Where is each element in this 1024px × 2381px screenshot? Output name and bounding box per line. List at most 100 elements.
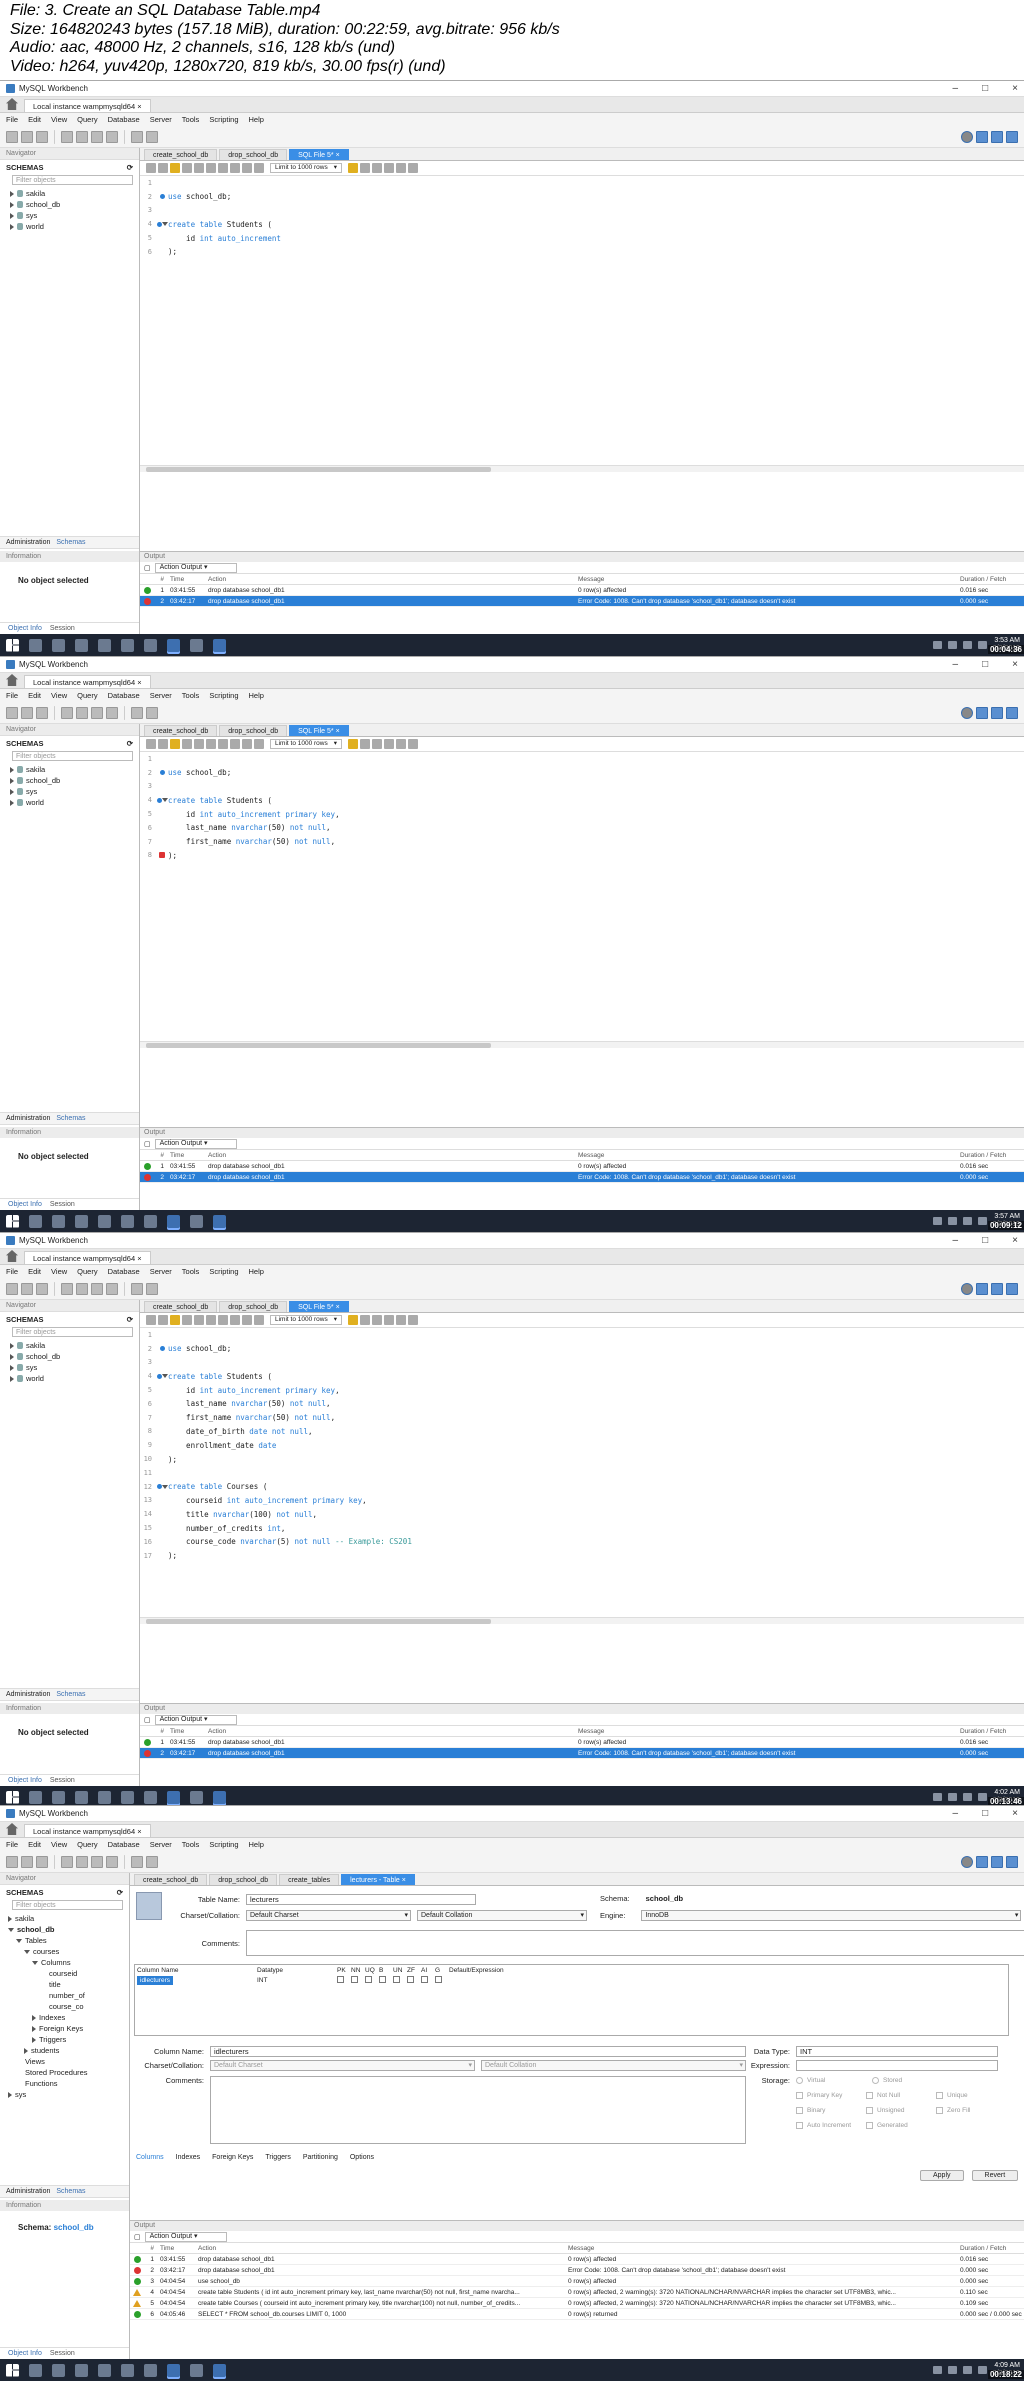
- tray-icon[interactable]: [932, 1217, 942, 1225]
- tray-icon[interactable]: [932, 1793, 942, 1801]
- taskbar-app-icon[interactable]: [167, 1214, 180, 1228]
- tree-item[interactable]: number_of: [0, 1990, 129, 2001]
- tree-item[interactable]: Views: [0, 2056, 129, 2067]
- gear-icon[interactable]: [961, 1282, 973, 1295]
- file-tab[interactable]: SQL File 5* ×: [289, 725, 349, 736]
- menu-edit[interactable]: Edit: [28, 1840, 41, 1849]
- panel-toggle-icon[interactable]: [1006, 1282, 1018, 1295]
- sql-toolbar-icon[interactable]: [360, 739, 371, 749]
- menu-view[interactable]: View: [51, 1840, 67, 1849]
- output-row[interactable]: 2 03:42:17 drop database school_db1 Erro…: [130, 2265, 1024, 2276]
- code-line[interactable]: 17 );: [140, 1549, 1024, 1563]
- schema-item[interactable]: world: [0, 797, 139, 808]
- sql-toolbar-icon[interactable]: [230, 163, 240, 173]
- fold-icon[interactable]: [161, 1374, 168, 1379]
- sql-toolbar-icon[interactable]: [230, 739, 240, 749]
- schema-item[interactable]: school_db: [0, 1351, 139, 1362]
- output-row[interactable]: 1 03:41:55 drop database school_db1 0 ro…: [140, 1161, 1024, 1172]
- taskbar-app-icon[interactable]: [144, 1214, 157, 1228]
- toolbar-button-icon[interactable]: [131, 706, 143, 719]
- code-line[interactable]: 7 first_name nvarchar(50) not null,: [140, 835, 1024, 849]
- filter-objects-input[interactable]: Filter objects: [12, 1900, 123, 1910]
- menu-database[interactable]: Database: [108, 115, 140, 124]
- engine-select[interactable]: InnoDB: [641, 1910, 1022, 1921]
- refresh-icon[interactable]: ⟳: [127, 739, 133, 748]
- tab-administration[interactable]: Administration: [6, 539, 50, 546]
- code-line[interactable]: 6 last_name nvarchar(50) not null,: [140, 821, 1024, 835]
- file-tab[interactable]: create_tables: [279, 1874, 340, 1885]
- minimize-icon[interactable]: –: [953, 1235, 959, 1246]
- panel-toggle-icon[interactable]: [991, 130, 1003, 143]
- code-line[interactable]: 2 use school_db;: [140, 1342, 1024, 1356]
- home-icon[interactable]: [6, 1250, 18, 1262]
- output-type-select[interactable]: Action Output ▾: [144, 2231, 227, 2242]
- storage-virtual-radio[interactable]: Virtual: [796, 2077, 866, 2084]
- tab-object-info[interactable]: Object Info: [8, 1201, 42, 1208]
- windows-start-icon[interactable]: [6, 1214, 19, 1228]
- tree-item[interactable]: Functions: [0, 2078, 129, 2089]
- output-row[interactable]: 2 03:42:17 drop database school_db1 Erro…: [140, 596, 1024, 607]
- column-flag-checkbox[interactable]: [379, 1976, 386, 1983]
- sql-toolbar-icon[interactable]: [396, 163, 407, 173]
- code-line[interactable]: 5 id int auto_increment primary key,: [140, 807, 1024, 821]
- taskbar-app-icon[interactable]: [167, 2363, 180, 2377]
- home-icon[interactable]: [6, 98, 18, 110]
- toolbar-button-icon[interactable]: [91, 130, 103, 143]
- fold-icon[interactable]: [161, 798, 168, 803]
- volume-icon[interactable]: [962, 1217, 972, 1225]
- tab-schemas[interactable]: Schemas: [56, 1691, 85, 1698]
- file-tab[interactable]: drop_school_db: [219, 149, 288, 160]
- filter-objects-input[interactable]: Filter objects: [12, 1327, 133, 1337]
- column-flag-option[interactable]: Zero Fill: [936, 2107, 1006, 2114]
- toolbar-button-icon[interactable]: [61, 1855, 73, 1868]
- expand-icon[interactable]: [10, 777, 14, 784]
- toolbar-button-icon[interactable]: [36, 130, 48, 143]
- refresh-icon[interactable]: ⟳: [117, 1888, 123, 1897]
- menu-view[interactable]: View: [51, 115, 67, 124]
- sql-toolbar-icon[interactable]: [182, 163, 192, 173]
- tab-object-info[interactable]: Object Info: [8, 1777, 42, 1784]
- horizontal-scrollbar[interactable]: [140, 1617, 1024, 1624]
- sql-toolbar-icon[interactable]: [194, 1315, 204, 1325]
- taskbar-app-icon[interactable]: [75, 638, 88, 652]
- tab-partitioning[interactable]: Partitioning: [303, 2154, 338, 2161]
- code-line[interactable]: 7 first_name nvarchar(50) not null,: [140, 1411, 1024, 1425]
- taskbar-app-icon[interactable]: [29, 1214, 42, 1228]
- column-flag-checkbox[interactable]: [421, 1976, 428, 1983]
- panel-toggle-icon[interactable]: [976, 1855, 988, 1868]
- expand-icon[interactable]: [10, 799, 14, 806]
- expand-icon[interactable]: [32, 2036, 36, 2043]
- menu-file[interactable]: File: [6, 1840, 18, 1849]
- taskbar-app-icon[interactable]: [98, 2363, 111, 2377]
- expand-icon[interactable]: [16, 1938, 22, 1943]
- taskbar-app-icon[interactable]: [190, 638, 203, 652]
- gear-icon[interactable]: [961, 1855, 973, 1868]
- expand-icon[interactable]: [10, 1353, 14, 1360]
- menu-help[interactable]: Help: [249, 691, 264, 700]
- toolbar-button-icon[interactable]: [146, 1282, 158, 1295]
- panel-toggle-icon[interactable]: [976, 706, 988, 719]
- menu-file[interactable]: File: [6, 115, 18, 124]
- schema-item[interactable]: school_db: [0, 199, 139, 210]
- network-icon[interactable]: [977, 1793, 987, 1801]
- sql-toolbar-icon[interactable]: [182, 739, 192, 749]
- expand-icon[interactable]: [10, 223, 14, 230]
- minimize-icon[interactable]: –: [953, 83, 959, 94]
- tab-session[interactable]: Session: [50, 625, 75, 632]
- toolbar-button-icon[interactable]: [36, 1282, 48, 1295]
- toolbar-button-icon[interactable]: [146, 1855, 158, 1868]
- home-icon[interactable]: [6, 674, 18, 686]
- output-row[interactable]: 1 03:41:55 drop database school_db1 0 ro…: [140, 1737, 1024, 1748]
- schema-item[interactable]: world: [0, 1373, 139, 1384]
- windows-start-icon[interactable]: [6, 1790, 19, 1804]
- toolbar-button-icon[interactable]: [106, 130, 118, 143]
- storage-stored-radio[interactable]: Stored: [872, 2077, 942, 2084]
- schema-item[interactable]: sys: [0, 210, 139, 221]
- tree-item[interactable]: title: [0, 1979, 129, 1990]
- tree-item[interactable]: Triggers: [0, 2034, 129, 2045]
- sql-toolbar-icon[interactable]: [408, 739, 419, 749]
- tree-item[interactable]: students: [0, 2045, 129, 2056]
- taskbar-app-icon[interactable]: [52, 638, 65, 652]
- code-line[interactable]: 10 );: [140, 1452, 1024, 1466]
- menu-database[interactable]: Database: [108, 1840, 140, 1849]
